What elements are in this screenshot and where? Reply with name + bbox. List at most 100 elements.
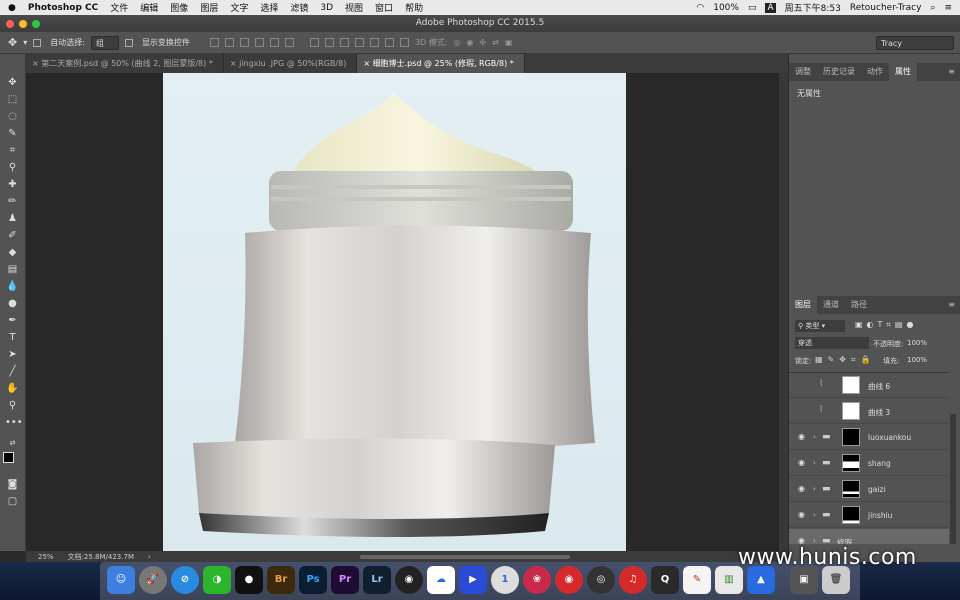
scale-3d-icon[interactable]: ▣ — [505, 38, 513, 47]
expand-arrow-icon[interactable]: › — [813, 537, 816, 544]
app-menu[interactable]: Photoshop CC — [28, 3, 98, 13]
clock[interactable]: 周五下午8:53 — [785, 1, 841, 14]
status-menu-arrow-icon[interactable]: › — [148, 553, 151, 561]
textedit-icon[interactable]: ✎ — [683, 566, 711, 594]
apple-icon[interactable]: ● — [8, 3, 16, 13]
lightroom-icon[interactable]: Lr — [363, 566, 391, 594]
photoshop-icon[interactable]: Ps — [299, 566, 327, 594]
blur-tool-icon[interactable]: 💧 — [5, 280, 20, 293]
layer-mask-thumbnail[interactable] — [842, 376, 860, 394]
battery-icon[interactable]: ▭ — [748, 3, 757, 13]
orbit-3d-icon[interactable]: ◎ — [453, 38, 460, 47]
dodge-tool-icon[interactable]: ● — [5, 297, 20, 310]
layer-row[interactable]: ◉ › ▬ luoxuankou — [789, 425, 949, 450]
quicktime-icon[interactable]: Q — [651, 566, 679, 594]
vertical-scrollbar[interactable] — [779, 73, 788, 551]
gradient-tool-icon[interactable]: ▤ — [5, 263, 20, 276]
marquee-tool-icon[interactable]: ⬚ — [5, 93, 20, 106]
safari-icon[interactable]: ⊘ — [171, 566, 199, 594]
baidu-netdisk-icon[interactable]: ☁ — [427, 566, 455, 594]
auto-select-dropdown[interactable]: 组 — [90, 35, 119, 50]
premiere-icon[interactable]: Pr — [331, 566, 359, 594]
clone-stamp-tool-icon[interactable]: ♟ — [5, 212, 20, 225]
tab-properties[interactable]: 属性 — [889, 63, 917, 81]
menu-type[interactable]: 文字 — [230, 1, 248, 14]
zoom-button[interactable] — [32, 20, 40, 28]
menu-filter[interactable]: 滤镜 — [290, 1, 308, 14]
layer-row[interactable]: ⌇ 曲线 3 — [789, 399, 949, 424]
expand-arrow-icon[interactable]: › — [813, 459, 816, 467]
menu-file[interactable]: 文件 — [110, 1, 128, 14]
visibility-toggle[interactable] — [798, 407, 806, 415]
healing-brush-tool-icon[interactable]: ✚ — [5, 178, 20, 191]
brush-tool-icon[interactable]: ✏ — [5, 195, 20, 208]
distribute-vcenter-icon[interactable] — [324, 38, 334, 47]
lasso-tool-icon[interactable]: ◌ — [5, 110, 20, 123]
layer-mask-thumbnail[interactable] — [842, 428, 860, 446]
path-select-tool-icon[interactable]: ➤ — [5, 348, 20, 361]
tab-history[interactable]: 历史记录 — [817, 63, 861, 81]
history-brush-tool-icon[interactable]: ✐ — [5, 229, 20, 242]
layer-filter-icons[interactable]: ▣◐T⌗▤● — [855, 320, 917, 330]
expand-arrow-icon[interactable]: › — [813, 511, 816, 519]
show-transform-checkbox[interactable] — [124, 38, 133, 47]
distribute-top-icon[interactable] — [309, 38, 319, 47]
lock-icons[interactable]: ▦✎✥⌗🔒 — [815, 355, 875, 365]
numbers-icon[interactable]: ▥ — [715, 566, 743, 594]
auto-align-icon[interactable] — [399, 38, 409, 47]
hand-tool-icon[interactable]: ✋ — [5, 382, 20, 395]
menu-window[interactable]: 窗口 — [375, 1, 393, 14]
align-top-icon[interactable] — [209, 38, 219, 47]
align-hcenter-icon[interactable] — [269, 38, 279, 47]
blend-mode-dropdown[interactable]: 穿透 — [795, 337, 869, 349]
layer-row[interactable]: ◉ › ▬ shang — [789, 451, 949, 476]
layer-mask-thumbnail[interactable] — [842, 480, 860, 498]
tab-actions[interactable]: 动作 — [861, 63, 889, 81]
bridge-icon[interactable]: Br — [267, 566, 295, 594]
layers-scrollbar[interactable] — [950, 414, 956, 544]
menu-layer[interactable]: 图层 — [200, 1, 218, 14]
expand-arrow-icon[interactable]: › — [813, 485, 816, 493]
qq-icon[interactable]: ● — [235, 566, 263, 594]
layer-row[interactable]: ◉ › ▬ gaizi — [789, 477, 949, 502]
auto-select-checkbox[interactable] — [33, 38, 42, 47]
video-editor-icon[interactable]: ▶ — [459, 566, 487, 594]
eye-icon[interactable]: ◉ — [798, 537, 806, 545]
onepassword-icon[interactable]: 1 — [491, 566, 519, 594]
workspace-dropdown[interactable]: Tracy — [876, 35, 954, 50]
layer-filter-dropdown[interactable]: ⚲ 类型 ▾ — [795, 320, 845, 332]
menu-select[interactable]: 选择 — [260, 1, 278, 14]
move-tool-icon[interactable]: ✥ — [5, 76, 20, 89]
crop-tool-icon[interactable]: ⌗ — [5, 144, 20, 157]
tab-adjustments[interactable]: 调整 — [789, 63, 817, 81]
spotlight-icon[interactable]: ⌕ — [930, 3, 935, 13]
opacity-input[interactable]: 100% — [907, 337, 943, 349]
pan-3d-icon[interactable]: ✣ — [479, 38, 486, 47]
more-tools-icon[interactable]: ••• — [5, 416, 23, 429]
cinema4d-icon[interactable]: ◉ — [395, 566, 423, 594]
slide-3d-icon[interactable]: ⇄ — [492, 38, 499, 47]
expand-arrow-icon[interactable]: › — [813, 433, 816, 441]
layer-row[interactable]: ◉ › ▬ 修瑕 — [789, 529, 949, 544]
foreground-color-swatch[interactable] — [3, 452, 14, 463]
eyedropper-tool-icon[interactable]: ⚲ — [5, 161, 20, 174]
menu-image[interactable]: 图像 — [170, 1, 188, 14]
quick-select-tool-icon[interactable]: ✎ — [5, 127, 20, 140]
tab-paths[interactable]: 路径 — [845, 296, 873, 314]
eye-icon[interactable]: ◉ — [798, 511, 806, 519]
distribute-left-icon[interactable] — [354, 38, 364, 47]
tab-document-3[interactable]: × 细胞博士.psd @ 25% (修瑕, RGB/8) * — [357, 54, 525, 73]
horizontal-scrollbar[interactable] — [360, 555, 570, 559]
tab-document-1[interactable]: × 第二天案例.psd @ 50% (曲线 2, 图层蒙版/8) * — [26, 54, 224, 73]
davinci-icon[interactable]: ❀ — [523, 566, 551, 594]
eraser-tool-icon[interactable]: ◆ — [5, 246, 20, 259]
layers-menu-icon[interactable]: ≡ — [942, 296, 960, 314]
menu-edit[interactable]: 编辑 — [140, 1, 158, 14]
align-left-icon[interactable] — [254, 38, 264, 47]
keynote-icon[interactable]: ▲ — [747, 566, 775, 594]
tab-document-2[interactable]: × jingxiu .JPG @ 50%(RGB/8) — [224, 54, 358, 73]
eye-icon[interactable]: ◉ — [798, 485, 806, 493]
tool-preset-dropdown[interactable]: ▾ — [23, 38, 27, 47]
preview-icon[interactable]: ▣ — [790, 566, 818, 594]
screen-mode-icon[interactable]: ▢ — [5, 495, 20, 508]
